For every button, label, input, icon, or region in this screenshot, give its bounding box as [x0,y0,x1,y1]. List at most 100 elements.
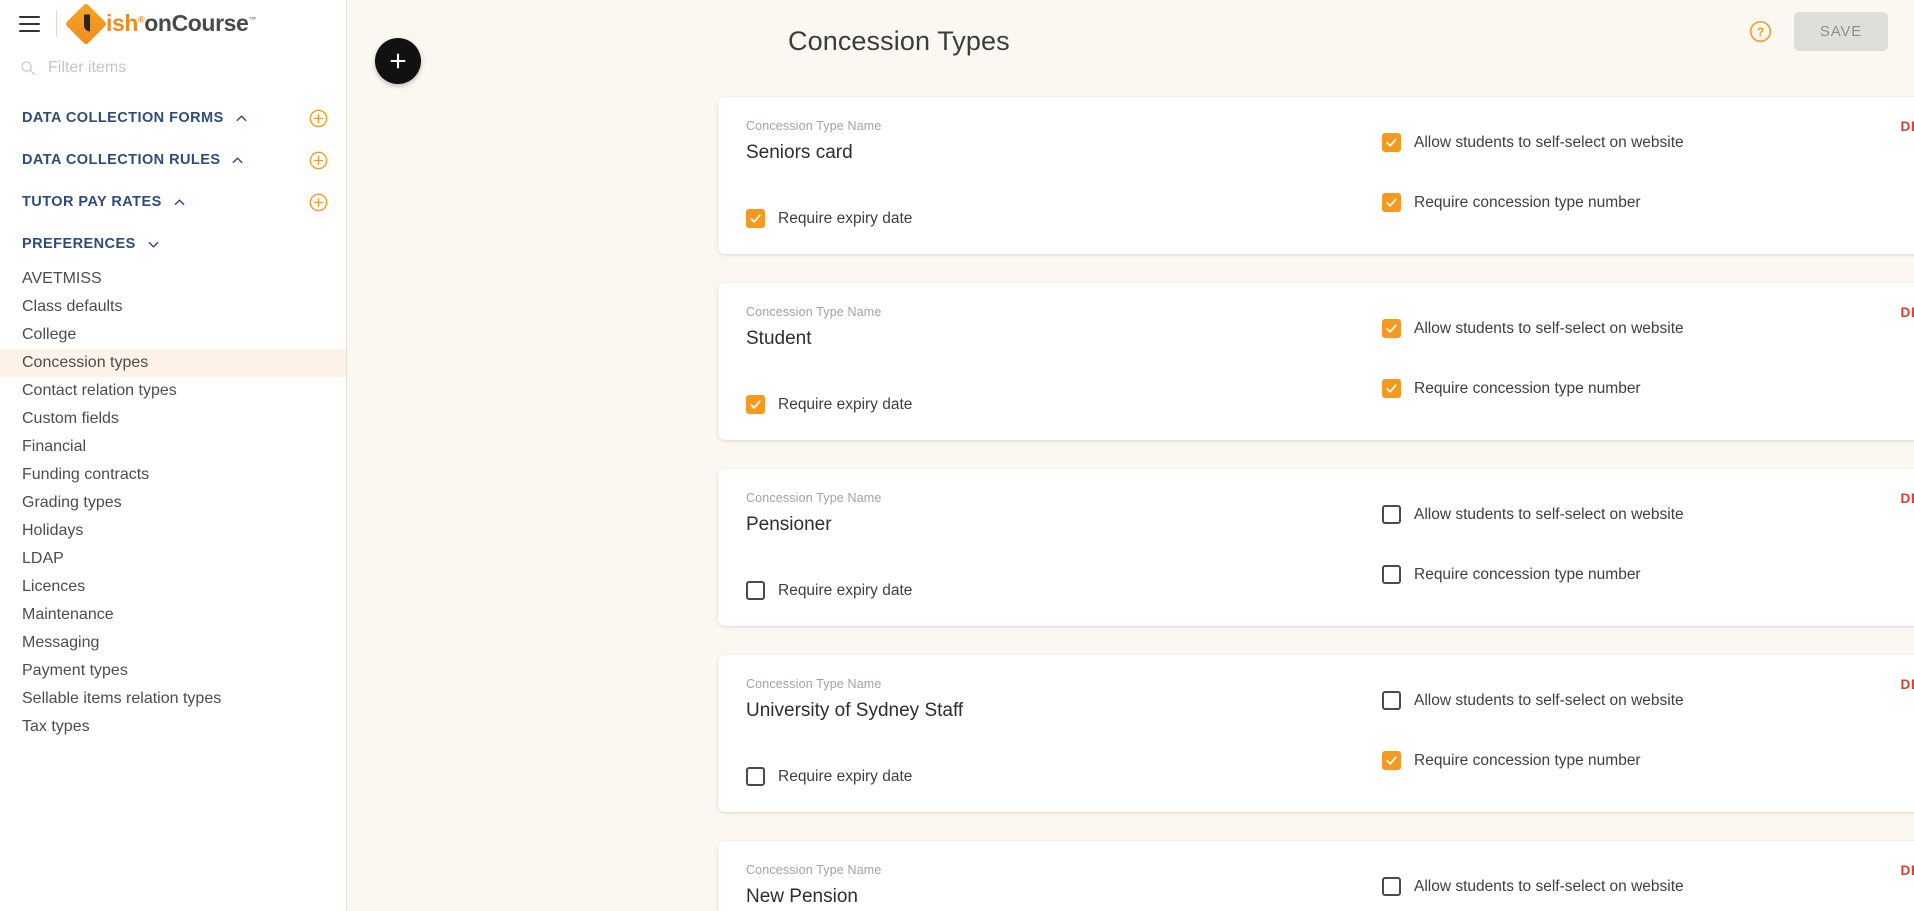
sidebar-item-label: Sellable items relation types [22,690,222,707]
sidebar-item-label: Funding contracts [22,466,150,483]
sidebar-item-label: Concession types [22,354,149,371]
allow-self-select-checkbox[interactable] [1382,133,1401,152]
require-number-checkbox[interactable] [1382,751,1401,770]
concession-type-card: DELETE Concession Type Name Require expi… [718,655,1914,812]
concession-type-name-input[interactable] [746,700,1382,725]
sidebar-item-avetmiss[interactable]: AVETMISS [0,265,346,293]
search-icon [21,61,36,76]
delete-button[interactable]: DELETE [1901,863,1914,878]
require-expiry-row: Require expiry date [746,767,1382,786]
require-number-checkbox[interactable] [1382,379,1401,398]
require-number-label: Require concession type number [1414,379,1641,397]
allow-self-select-row: Allow students to self-select on website [1382,319,1914,338]
sidebar-item-messaging[interactable]: Messaging [0,629,346,657]
add-data-collection-rule-icon[interactable] [309,151,328,170]
concession-type-name-input[interactable] [746,514,1382,539]
sidebar-item-custom-fields[interactable]: Custom fields [0,405,346,433]
save-button[interactable]: SAVE [1793,12,1888,51]
name-field-label: Concession Type Name [746,491,882,505]
delete-button[interactable]: DELETE [1901,677,1914,692]
sidebar-item-label: Messaging [22,634,100,651]
allow-self-select-checkbox[interactable] [1382,877,1401,896]
logo-diamond-icon [64,2,108,45]
sidebar-item-label: Payment types [22,662,128,679]
require-number-row: Require concession type number [1382,193,1914,212]
require-expiry-checkbox[interactable] [746,767,765,786]
sidebar-group-tutor-pay-rates[interactable]: TUTOR PAY RATES [0,181,346,223]
svg-text:?: ? [1757,25,1764,39]
sidebar-item-sellable-items-relation-types[interactable]: Sellable items relation types [0,685,346,713]
sidebar-item-financial[interactable]: Financial [0,433,346,461]
sidebar: ish®onCourse™ DATA COLLECTION FORMS [0,0,347,911]
chevron-up-icon [174,198,185,205]
require-number-checkbox[interactable] [1382,193,1401,212]
plus-icon [390,53,406,69]
main-content: Concession Types ? SAVE DELETE Concessio… [347,0,1914,911]
allow-self-select-row: Allow students to self-select on website [1382,133,1914,152]
require-number-label: Require concession type number [1414,565,1641,583]
chevron-up-icon [236,114,247,121]
require-number-row: Require concession type number [1382,565,1914,584]
filter-input[interactable] [48,59,328,77]
logo-trademark: ™ [248,15,257,25]
logo-oncourse-text: onCourse [144,10,249,36]
add-tutor-pay-rate-icon[interactable] [309,193,328,212]
concession-type-name-input[interactable] [746,142,1382,167]
require-expiry-row: Require expiry date [746,209,1382,228]
card-right-column: Allow students to self-select on website… [1382,491,1914,600]
sidebar-item-label: Tax types [22,718,90,735]
add-data-collection-form-icon[interactable] [309,109,328,128]
require-expiry-checkbox[interactable] [746,581,765,600]
allow-self-select-label: Allow students to self-select on website [1414,877,1684,895]
concession-type-card: DELETE Concession Type Name Require expi… [718,283,1914,440]
require-number-checkbox[interactable] [1382,565,1401,584]
concession-type-name-input[interactable] [746,886,1382,911]
card-left-column: Concession Type Name Require expiry date [746,863,1382,911]
add-concession-type-button[interactable] [375,38,421,84]
sidebar-item-class-defaults[interactable]: Class defaults [0,293,346,321]
sidebar-item-grading-types[interactable]: Grading types [0,489,346,517]
sidebar-item-tax-types[interactable]: Tax types [0,713,346,741]
sidebar-item-label: AVETMISS [22,270,102,287]
card-right-column: Allow students to self-select on website… [1382,119,1914,228]
sidebar-item-contact-relation-types[interactable]: Contact relation types [0,377,346,405]
sidebar-item-label: College [22,326,77,343]
sidebar-item-label: Licences [22,578,86,595]
check-icon [750,400,761,409]
allow-self-select-checkbox[interactable] [1382,319,1401,338]
require-number-row: Require concession type number [1382,751,1914,770]
require-expiry-checkbox[interactable] [746,395,765,414]
help-icon[interactable]: ? [1749,20,1772,43]
delete-button[interactable]: DELETE [1901,305,1914,320]
sidebar-item-college[interactable]: College [0,321,346,349]
require-number-label: Require concession type number [1414,751,1641,769]
allow-self-select-checkbox[interactable] [1382,505,1401,524]
concession-type-name-input[interactable] [746,328,1382,353]
allow-self-select-checkbox[interactable] [1382,691,1401,710]
check-icon [1386,756,1397,765]
sidebar-item-funding-contracts[interactable]: Funding contracts [0,461,346,489]
sidebar-item-holidays[interactable]: Holidays [0,517,346,545]
sidebar-item-licences[interactable]: Licences [0,573,346,601]
require-expiry-checkbox[interactable] [746,209,765,228]
app-root: ish®onCourse™ DATA COLLECTION FORMS [0,0,1914,911]
sidebar-item-label: Financial [22,438,87,455]
sidebar-item-label: Grading types [22,494,122,511]
card-left-column: Concession Type Name Require expiry date [746,491,1382,600]
sidebar-item-payment-types[interactable]: Payment types [0,657,346,685]
sidebar-item-concession-types[interactable]: Concession types [0,349,346,377]
menu-icon[interactable] [12,7,46,41]
card-left-column: Concession Type Name Require expiry date [746,677,1382,786]
sidebar-group-data-collection-forms[interactable]: DATA COLLECTION FORMS [0,97,346,139]
main-header: Concession Types ? SAVE [347,0,1914,84]
sidebar-group-label: DATA COLLECTION RULES [22,152,221,168]
sidebar-item-ldap[interactable]: LDAP [0,545,346,573]
delete-button[interactable]: DELETE [1901,119,1914,134]
logo[interactable]: ish®onCourse™ [64,2,257,45]
card-right-column: Allow students to self-select on website… [1382,863,1914,911]
sidebar-group-preferences[interactable]: PREFERENCES [0,223,346,265]
sidebar-item-maintenance[interactable]: Maintenance [0,601,346,629]
sidebar-group-data-collection-rules[interactable]: DATA COLLECTION RULES [0,139,346,181]
allow-self-select-label: Allow students to self-select on website [1414,505,1684,523]
delete-button[interactable]: DELETE [1901,491,1914,506]
